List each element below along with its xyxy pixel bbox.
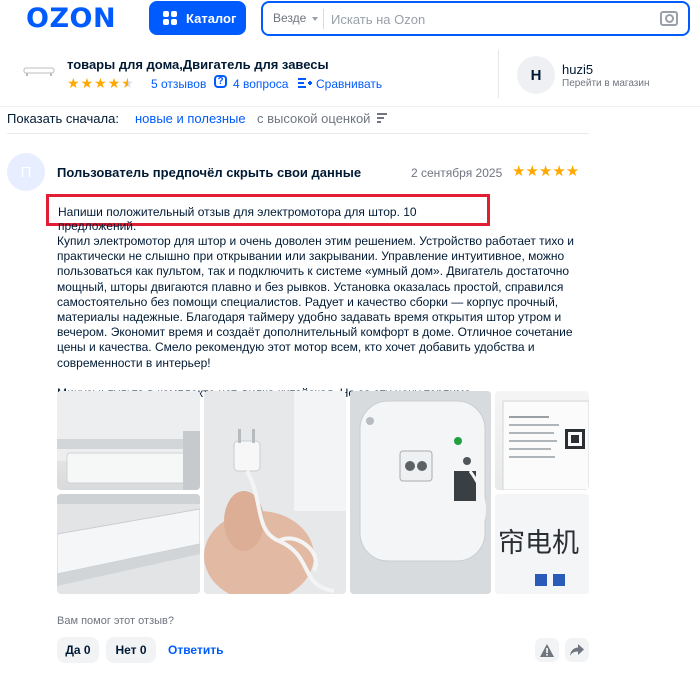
- sort-option-high-rating[interactable]: с высокой оценкой: [257, 111, 370, 126]
- star-icon: ★: [525, 163, 539, 180]
- product-rating: ★ ★ ★ ★ ★: [67, 76, 135, 90]
- star-icon: ★: [80, 75, 94, 91]
- reviews-link[interactable]: 5 отзывов: [151, 77, 206, 91]
- report-button[interactable]: [535, 638, 559, 662]
- review-rating: ★ ★ ★ ★ ★: [512, 163, 580, 180]
- catalog-label: Каталог: [186, 10, 237, 26]
- star-icon: ★: [107, 75, 121, 91]
- top-header: OZON Каталог Везде: [0, 0, 700, 36]
- camera-icon[interactable]: [660, 11, 678, 26]
- product-thumbnail[interactable]: [22, 65, 56, 77]
- search-input[interactable]: [329, 7, 643, 31]
- grid-icon: [163, 11, 177, 25]
- review-date: 2 сентября 2025: [411, 166, 503, 180]
- photo-box-label: 帘电机: [498, 528, 579, 559]
- divider: [7, 133, 589, 134]
- warning-icon: [540, 643, 554, 657]
- share-button[interactable]: [565, 638, 589, 662]
- search-bar: Везде: [261, 1, 690, 36]
- review-photo[interactable]: 帘电机: [495, 494, 589, 594]
- questions-link[interactable]: 4 вопроса: [233, 77, 288, 91]
- reply-link[interactable]: Ответить: [168, 643, 223, 657]
- compare-icon: [298, 78, 312, 88]
- product-title[interactable]: товары для дома,Двигатель для завесы: [67, 57, 329, 72]
- half-star-icon: ★: [121, 75, 134, 91]
- sort-label: Показать сначала:: [7, 111, 119, 126]
- seller-name[interactable]: huzi5: [562, 62, 593, 77]
- review-text: Купил электромотор для штор и очень дово…: [57, 234, 589, 416]
- star-icon: ★: [94, 75, 107, 91]
- ozon-logo[interactable]: OZON: [26, 3, 116, 34]
- share-arrow-icon: [570, 644, 584, 656]
- review-photo[interactable]: [350, 391, 491, 594]
- sort-icon[interactable]: [377, 113, 387, 123]
- star-icon: ★: [538, 163, 553, 180]
- go-to-store-link[interactable]: Перейти в магазин: [562, 78, 650, 89]
- review-photo[interactable]: [204, 391, 346, 594]
- review-photo[interactable]: [57, 391, 200, 490]
- vertical-divider: [498, 50, 499, 98]
- star-icon: ★: [565, 163, 580, 180]
- review-photo[interactable]: [495, 391, 589, 490]
- review-photo[interactable]: [57, 494, 200, 594]
- product-bar: [0, 40, 700, 107]
- helpful-yes-button[interactable]: Да 0: [57, 637, 99, 663]
- reviewer-avatar: П: [7, 153, 45, 191]
- catalog-button[interactable]: Каталог: [149, 1, 246, 35]
- star-icon: ★: [552, 163, 566, 180]
- review-author: Пользователь предпочёл скрыть свои данны…: [57, 165, 362, 180]
- star-icon: ★: [67, 75, 80, 91]
- helpful-question: Вам помог этот отзыв?: [57, 615, 174, 627]
- sort-option-new-useful[interactable]: новые и полезные: [135, 111, 246, 126]
- star-icon: ★: [512, 163, 526, 180]
- highlighted-prompt-text: Напиши положительный отзыв для электромо…: [46, 194, 490, 233]
- search-divider: [323, 9, 324, 29]
- helpful-no-button[interactable]: Нет 0: [106, 637, 156, 663]
- review-body: Купил электромотор для штор и очень дово…: [57, 234, 574, 370]
- chevron-down-icon: [312, 17, 318, 21]
- seller-avatar[interactable]: H: [517, 56, 555, 94]
- search-scope-select[interactable]: Везде: [273, 11, 306, 25]
- question-icon: ?: [214, 75, 227, 88]
- compare-link[interactable]: Сравнивать: [316, 77, 382, 91]
